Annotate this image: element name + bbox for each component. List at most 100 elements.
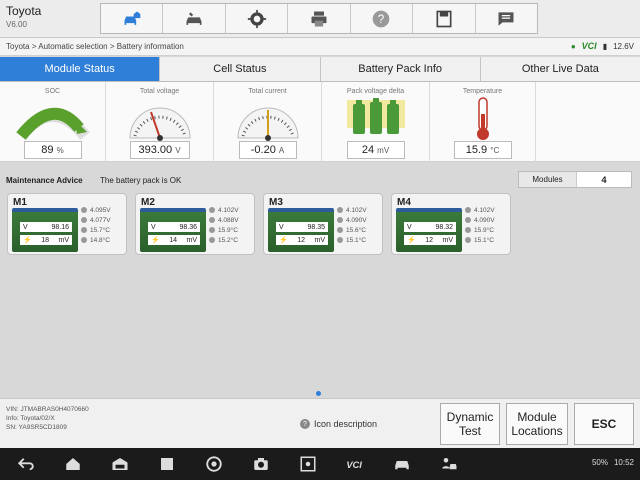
module-card-m2[interactable]: M2 V 98.36 ⚡ 14 mV 4.102V 4.088V 15.9°C 15.… [135,193,255,255]
nav-user-button[interactable] [431,453,467,475]
nav-browser-button[interactable] [196,453,232,475]
svg-text:VCI: VCI [346,460,362,470]
total-voltage-value-box: 393.00 V [129,141,190,159]
top-header: Toyota V6.00 ? [0,0,640,38]
lightning-icon: ⚡ [23,237,32,244]
module-voltage: 98.35 [307,223,325,231]
module-card-m4[interactable]: M4 V 98.32 ⚡ 12 mV 4.102V 4.090V 15.9°C 15.… [391,193,511,255]
soc-arc [15,107,90,140]
tab-other-live-data[interactable]: Other Live Data [481,57,640,81]
brand: Toyota V6.00 [6,4,41,29]
esc-button[interactable]: ESC [574,403,634,445]
module-voltage-box: V 98.16 [20,222,72,232]
help-icon: ? [373,10,390,27]
help-button[interactable]: ? [351,4,414,33]
icon-description-label: Icon description [314,419,378,429]
connection-status: ● VCI ▮ 12.6V [571,41,634,51]
message-icon [498,11,514,26]
battery-percent: 50% [591,458,608,467]
max-temp-icon [337,227,343,234]
nav-recent-button[interactable] [149,453,185,475]
page-indicator [316,391,321,396]
module-voltage-box: V 98.35 [276,222,328,232]
lightning-icon: ⚡ [279,237,288,244]
total-voltage-gauge: Total voltage 393.00 V [106,82,214,162]
battery-voltage-icon: ▮ [602,41,608,51]
total-current-value: -0.20 [250,144,276,156]
module-voltage: 98.36 [179,223,197,231]
sn-text: SN: YA9SR5CD1809 [6,424,67,431]
gauges-row: SOC 89 % Total voltage 393.00 V Total cu… [0,82,640,162]
module-card-m1[interactable]: M1 V 98.16 ⚡ 18 mV 4.095V 4.077V 15.7°C 14.… [7,193,127,255]
module-voltage: 98.16 [51,223,69,231]
app-title: Toyota [6,4,42,18]
min-voltage-icon [337,217,343,224]
tab-cell-status[interactable]: Cell Status [160,57,321,81]
soc-gauge: SOC 89 % [0,82,106,162]
camera-icon [254,458,268,470]
module-stats: 4.102V 4.090V 15.6°C 15.1°C [337,206,367,246]
module-card-m3[interactable]: M3 V 98.35 ⚡ 12 mV 4.102V 4.090V 15.6°C 15.… [263,193,383,255]
info-text: Info: Toyota/02/X [6,415,55,422]
vci-status: VCI [581,41,597,51]
voltage-icon: V [407,223,412,231]
message-button[interactable] [476,4,537,33]
lightning-icon: ⚡ [151,237,160,244]
nav-screenshot-button[interactable] [290,453,326,475]
module-name: M4 [397,197,411,208]
car-service-button[interactable] [163,4,226,33]
nav-camera-button[interactable] [243,453,279,475]
nav-car-home-button[interactable] [102,453,138,475]
recent-apps-icon [161,458,173,470]
tab-bar: Module Status Cell Status Battery Pack I… [0,57,640,82]
min-temp-icon [209,237,215,244]
svg-text:?: ? [378,13,385,26]
vci-icon: VCI [346,460,362,470]
tab-module-status[interactable]: Module Status [0,57,161,81]
max-temp-icon [465,227,471,234]
gear-icon [247,9,266,28]
module-voltage-box: V 98.36 [148,222,200,232]
system-status: 50% 10:52 [592,458,634,467]
temperature-unit: °C [490,146,500,155]
print-button[interactable] [288,4,351,33]
module-delta: 18 [41,236,49,244]
settings-button[interactable] [226,4,289,33]
total-voltage-unit: V [175,146,181,155]
min-temp-icon [337,237,343,244]
icon-description-link[interactable]: ? Icon description [300,419,377,429]
tab-battery-pack-info[interactable]: Battery Pack Info [321,57,481,81]
temperature-value: 15.9 [465,144,488,156]
screenshot-icon [300,456,316,472]
vin-text: VIN: JTMABRAS0H4070660 [6,406,89,413]
modules-count-label: Modules [519,172,577,187]
min-voltage-icon [465,217,471,224]
max-temp-icon [209,227,215,234]
vehicle-info: VIN: JTMABRAS0H4070660 Info: Toyota/02/X… [6,405,89,432]
max-voltage-icon [81,207,87,214]
maintenance-text: The battery pack is OK [100,176,182,185]
module-delta: 12 [425,236,433,244]
voltage-icon: V [279,223,284,231]
min-temp-icon [81,237,87,244]
module-delta-box: ⚡ 14 mV [148,235,200,245]
module-delta-box: ⚡ 12 mV [276,235,328,245]
car-home-button[interactable] [101,4,164,33]
nav-vci-button[interactable]: VCI [337,453,373,475]
dynamic-test-button[interactable]: Dynamic Test [440,403,500,445]
save-button[interactable] [413,4,476,33]
nav-vehicle-button[interactable] [384,453,420,475]
soc-unit: % [56,146,64,155]
user-car-icon [442,458,457,470]
chrome-icon [206,456,222,472]
module-locations-button[interactable]: Module Locations [506,403,568,445]
nav-home-button[interactable] [55,453,91,475]
battery-voltage: 12.6V [613,41,634,51]
voltage-icon: V [23,223,28,231]
modules-list: M1 V 98.16 ⚡ 18 mV 4.095V 4.077V 15.7°C 14.… [7,193,511,255]
nav-back-button[interactable] [8,453,44,475]
thermometer-icon [476,97,489,140]
module-voltage: 98.32 [435,223,453,231]
min-voltage-icon [81,217,87,224]
total-voltage-value: 393.00 [138,144,173,156]
